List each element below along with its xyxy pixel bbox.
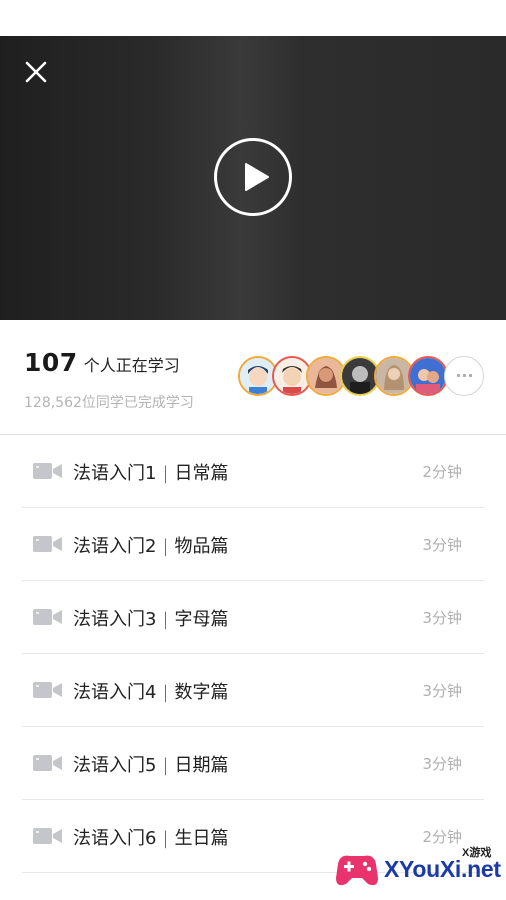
avatar-group[interactable] bbox=[238, 356, 486, 398]
lesson-topic: 字母篇 bbox=[174, 609, 229, 630]
lesson-duration: 2分钟 bbox=[422, 463, 462, 481]
lesson-item-5[interactable]: 法语入门5 | 日期篇 3分钟 bbox=[22, 727, 484, 800]
video-camera-icon bbox=[33, 536, 62, 552]
lesson-topic: 物品篇 bbox=[174, 536, 229, 557]
lesson-name: 法语入门2 bbox=[73, 536, 157, 557]
learning-stats: 107 个人正在学习 128,562位同学已完成学习 bbox=[0, 320, 506, 435]
lesson-name: 法语入门5 bbox=[73, 755, 157, 776]
play-icon bbox=[245, 163, 269, 191]
learning-count-line: 107 个人正在学习 bbox=[24, 348, 180, 377]
video-camera-icon bbox=[33, 609, 62, 625]
lesson-topic: 生日篇 bbox=[174, 828, 229, 849]
lesson-separator: | bbox=[162, 609, 169, 630]
video-player[interactable] bbox=[0, 36, 506, 320]
lesson-separator: | bbox=[162, 755, 169, 776]
lesson-item-4[interactable]: 法语入门4 | 数字篇 3分钟 bbox=[22, 654, 484, 727]
lesson-duration: 3分钟 bbox=[422, 755, 462, 773]
lesson-topic: 日常篇 bbox=[174, 463, 229, 484]
lesson-item-1[interactable]: 法语入门1 | 日常篇 2分钟 bbox=[22, 435, 484, 508]
watermark: X游戏 XYouXi.net bbox=[334, 842, 502, 896]
lesson-name: 法语入门3 bbox=[73, 609, 157, 630]
status-bar-area bbox=[0, 0, 506, 36]
video-camera-icon bbox=[33, 463, 62, 479]
completed-count: 128,562位同学已完成学习 bbox=[24, 395, 194, 411]
lesson-list: 法语入门1 | 日常篇 2分钟 法语入门2 | 物品篇 3分钟 法语入门3 | 字母篇 3分… bbox=[0, 435, 506, 873]
lesson-topic: 数字篇 bbox=[174, 682, 229, 703]
learning-count: 107 bbox=[24, 348, 78, 377]
lesson-topic: 日期篇 bbox=[174, 755, 229, 776]
lesson-separator: | bbox=[162, 828, 169, 849]
gamepad-logo-icon bbox=[336, 855, 378, 886]
watermark-text: XYouXi.net bbox=[384, 856, 501, 882]
lesson-item-2[interactable]: 法语入门2 | 物品篇 3分钟 bbox=[22, 508, 484, 581]
more-horizontal-icon bbox=[456, 373, 472, 378]
lesson-duration: 3分钟 bbox=[422, 609, 462, 627]
video-camera-icon bbox=[33, 682, 62, 698]
lesson-separator: | bbox=[162, 682, 169, 703]
learning-count-label: 个人正在学习 bbox=[83, 356, 180, 375]
lesson-name: 法语入门4 bbox=[73, 682, 157, 703]
lesson-name: 法语入门6 bbox=[73, 828, 157, 849]
avatar[interactable] bbox=[408, 356, 448, 396]
lesson-separator: | bbox=[162, 536, 169, 557]
video-camera-icon bbox=[33, 828, 62, 844]
lesson-name: 法语入门1 bbox=[73, 463, 157, 484]
lesson-duration: 3分钟 bbox=[422, 682, 462, 700]
lesson-item-3[interactable]: 法语入门3 | 字母篇 3分钟 bbox=[22, 581, 484, 654]
lesson-duration: 3分钟 bbox=[422, 536, 462, 554]
more-avatars-button[interactable] bbox=[444, 356, 484, 396]
close-icon[interactable] bbox=[22, 58, 50, 86]
play-button[interactable] bbox=[214, 138, 292, 216]
video-camera-icon bbox=[33, 755, 62, 771]
lesson-separator: | bbox=[162, 463, 169, 484]
